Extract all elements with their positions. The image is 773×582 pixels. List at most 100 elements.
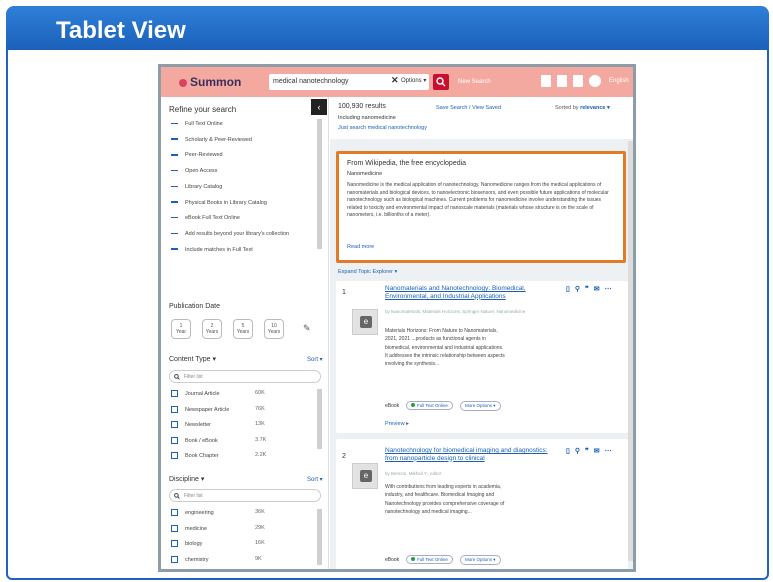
facet-option[interactable]: Newspaper Article 76K bbox=[171, 405, 321, 413]
checkbox-icon[interactable] bbox=[171, 509, 178, 516]
facet-option[interactable]: chemistry 9K bbox=[171, 555, 321, 563]
discipline-sort[interactable]: Sort ▾ bbox=[307, 476, 323, 483]
facet-option[interactable]: Book Chapter 2.2K bbox=[171, 452, 321, 459]
preview-link[interactable]: Preview ▸ bbox=[385, 421, 409, 427]
filters-scrollbar[interactable] bbox=[317, 119, 322, 249]
app-header: Summon medical nanotechnology ✕ Options … bbox=[161, 67, 633, 97]
wiki-body: Nanomedicine is the medical application … bbox=[347, 182, 609, 218]
filter-option[interactable]: Full Text Online bbox=[171, 121, 223, 127]
filter-option[interactable]: Add results beyond your library's collec… bbox=[171, 231, 289, 237]
link-icon[interactable]: ⚲ bbox=[575, 285, 580, 293]
ebook-thumbnail[interactable] bbox=[352, 309, 378, 335]
discipline-title[interactable]: Discipline ▾ bbox=[169, 475, 204, 483]
search-icon bbox=[436, 77, 446, 87]
language-selector[interactable]: English bbox=[609, 78, 629, 84]
available-dot-icon bbox=[411, 403, 415, 407]
filter-option[interactable]: Physical Books in Library Catalog bbox=[171, 200, 267, 206]
checkbox-icon bbox=[171, 232, 178, 235]
year-range-button[interactable]: 10 Years bbox=[264, 319, 284, 339]
year-range-button[interactable]: 1 Year bbox=[171, 319, 191, 339]
filter-option[interactable]: Include matches in Full Text bbox=[171, 247, 253, 253]
facet-option[interactable]: Journal Article 60K bbox=[171, 390, 321, 397]
email-icon[interactable]: ✉ bbox=[594, 447, 600, 455]
result-card: 2 Nanotechnology for biomedical imaging … bbox=[336, 439, 628, 569]
facet-count: 5.7K bbox=[255, 571, 266, 572]
bookmark-icon[interactable]: ▯ bbox=[566, 447, 570, 455]
new-search-link[interactable]: New Search bbox=[458, 79, 491, 85]
checkbox-icon[interactable] bbox=[171, 436, 178, 444]
year-range-button[interactable]: 2 Years bbox=[202, 319, 222, 339]
results-scrollbar[interactable] bbox=[628, 141, 633, 561]
facet-option[interactable]: medicine 29K bbox=[171, 524, 321, 532]
more-options-button[interactable]: More Options ▾ bbox=[460, 555, 501, 565]
globe-icon[interactable] bbox=[589, 75, 601, 87]
collapse-sidebar-button[interactable]: ‹ bbox=[311, 99, 327, 115]
folder-icon[interactable] bbox=[557, 75, 567, 87]
filter-option[interactable]: Open Access bbox=[171, 168, 217, 174]
clear-search-icon[interactable]: ✕ bbox=[391, 75, 399, 86]
discipline-filter-input[interactable]: Filter list bbox=[169, 489, 321, 502]
full-text-button[interactable]: Full Text Online bbox=[406, 401, 453, 410]
facet-option[interactable]: Newsletter 13K bbox=[171, 421, 321, 428]
including-text: Including nanomedicine bbox=[338, 115, 396, 121]
filter-option[interactable]: Scholarly & Peer-Reviewed bbox=[171, 137, 252, 143]
summon-logo[interactable]: Summon bbox=[179, 75, 241, 89]
checkbox-icon[interactable] bbox=[171, 524, 178, 532]
checkbox-icon[interactable] bbox=[171, 421, 178, 428]
available-dot-icon bbox=[411, 557, 415, 561]
facet-option[interactable]: biology 16K bbox=[171, 540, 321, 547]
checkbox-icon[interactable] bbox=[171, 571, 178, 572]
ebook-thumbnail[interactable] bbox=[352, 463, 378, 489]
filter-option-label: Library Catalog bbox=[185, 183, 223, 190]
filter-option-label: eBook Full Text Online bbox=[185, 215, 240, 222]
sort-by[interactable]: Sorted by relevance ▾ bbox=[555, 105, 610, 111]
options-dropdown[interactable]: Options ▾ bbox=[401, 77, 426, 84]
content-type-sort[interactable]: Sort ▾ bbox=[307, 356, 323, 363]
filter-option[interactable]: Library Catalog bbox=[171, 184, 222, 190]
cite-icon[interactable]: ❞ bbox=[585, 285, 589, 293]
checkbox-icon[interactable] bbox=[171, 405, 178, 413]
more-options-button[interactable]: More Options ▾ bbox=[460, 401, 501, 411]
facet-option[interactable]: sciences5.7K bbox=[171, 571, 321, 572]
slide-title-bar: Tablet View bbox=[6, 6, 769, 52]
filter-placeholder: Filter list bbox=[184, 493, 203, 499]
search-button[interactable] bbox=[433, 74, 449, 90]
result-title[interactable]: Nanomaterials and Nanotechnology: Biomed… bbox=[385, 285, 555, 300]
bookmark-icon[interactable] bbox=[541, 75, 551, 87]
just-search-link[interactable]: Just search medical nanotechnology bbox=[338, 125, 427, 131]
content-type-filter-input[interactable]: Filter list bbox=[169, 370, 321, 383]
read-more-link[interactable]: Read more bbox=[347, 244, 374, 250]
menu-icon[interactable] bbox=[573, 75, 583, 87]
edit-date-icon[interactable]: ✎ bbox=[303, 323, 311, 334]
year-range-button[interactable]: 5 Years bbox=[233, 319, 253, 339]
content-type-title[interactable]: Content Type ▾ bbox=[169, 355, 216, 363]
checkbox-icon bbox=[171, 248, 178, 250]
more-icon[interactable]: ⋯ bbox=[605, 285, 612, 293]
full-text-label: Full Text Online bbox=[417, 403, 448, 408]
filter-option[interactable]: eBook Full Text Online bbox=[171, 215, 240, 221]
result-snippet: With contributions from leading experts … bbox=[385, 484, 505, 515]
full-text-label: Full Text Online bbox=[417, 557, 448, 562]
wiki-source: From Wikipedia, the free encyclopedia bbox=[347, 160, 467, 167]
checkbox-icon[interactable] bbox=[171, 390, 178, 397]
filter-option[interactable]: Peer-Reviewed bbox=[171, 152, 223, 158]
topic-explorer-link[interactable]: Expand Topic Explorer ▾ bbox=[338, 269, 397, 275]
save-search-link[interactable]: Save Search / View Saved bbox=[436, 105, 501, 111]
bookmark-icon[interactable]: ▯ bbox=[566, 285, 570, 293]
result-title[interactable]: Nanotechnology for biomedical imaging an… bbox=[385, 447, 555, 462]
link-icon[interactable]: ⚲ bbox=[575, 447, 580, 455]
checkbox-icon[interactable] bbox=[171, 452, 178, 459]
header-icons bbox=[541, 75, 601, 87]
checkbox-icon[interactable] bbox=[171, 540, 178, 547]
year-range-unit: Years bbox=[267, 329, 281, 335]
facet-option[interactable]: engineering 36K bbox=[171, 509, 321, 516]
result-card: 1 Nanomaterials and Nanotechnology: Biom… bbox=[336, 281, 628, 433]
facet-option[interactable]: Book / eBook 3.7K bbox=[171, 436, 321, 444]
logo-text: Summon bbox=[190, 75, 242, 89]
checkbox-icon[interactable] bbox=[171, 555, 178, 563]
cite-icon[interactable]: ❞ bbox=[585, 447, 589, 455]
email-icon[interactable]: ✉ bbox=[594, 285, 600, 293]
full-text-button[interactable]: Full Text Online bbox=[406, 555, 453, 564]
refine-title: Refine your search bbox=[169, 105, 237, 114]
more-icon[interactable]: ⋯ bbox=[605, 447, 612, 455]
